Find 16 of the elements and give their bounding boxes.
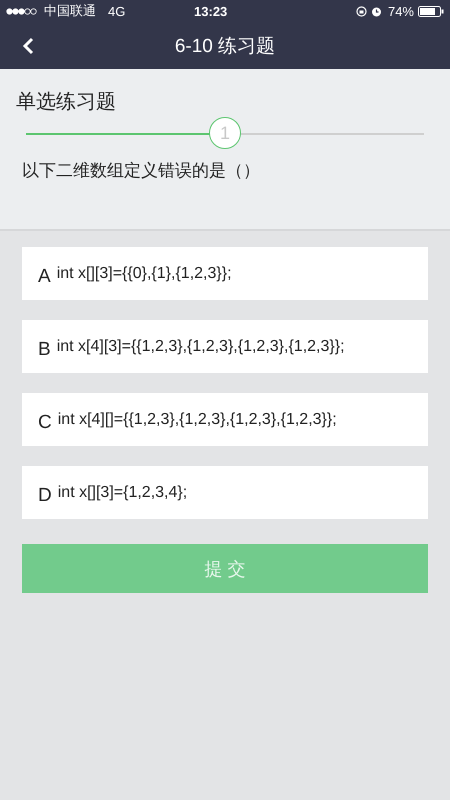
- clock-time: 13:23: [193, 4, 228, 18]
- carrier-name: 中国联通: [44, 2, 96, 20]
- page-title: 6-10 练习题: [174, 34, 276, 58]
- rotation-lock-icon: [356, 6, 367, 16]
- alarm-clock-icon: [370, 6, 382, 16]
- answer-option[interactable]: A int x[][3]={{0},{1},{1,2,3}};: [22, 247, 428, 300]
- battery-percent: 74%: [388, 4, 414, 18]
- network-type: 4G: [108, 4, 126, 18]
- signal-icon: [6, 8, 38, 14]
- answer-option[interactable]: D int x[][3]={1,2,3,4};: [22, 466, 428, 519]
- back-icon: [22, 36, 34, 54]
- answer-option[interactable]: C int x[4][]={{1,2,3},{1,2,3},{1,2,3},{1,2,3}};: [22, 393, 428, 446]
- battery-icon: [418, 6, 444, 16]
- answer-option[interactable]: B int x[4][3]={{1,2,3},{1,2,3},{1,2,3},{1,2,3}};: [22, 320, 428, 373]
- section-title: 单选练习题: [15, 90, 117, 115]
- question-text: 以下二维数组定义错误的是（）: [21, 160, 261, 182]
